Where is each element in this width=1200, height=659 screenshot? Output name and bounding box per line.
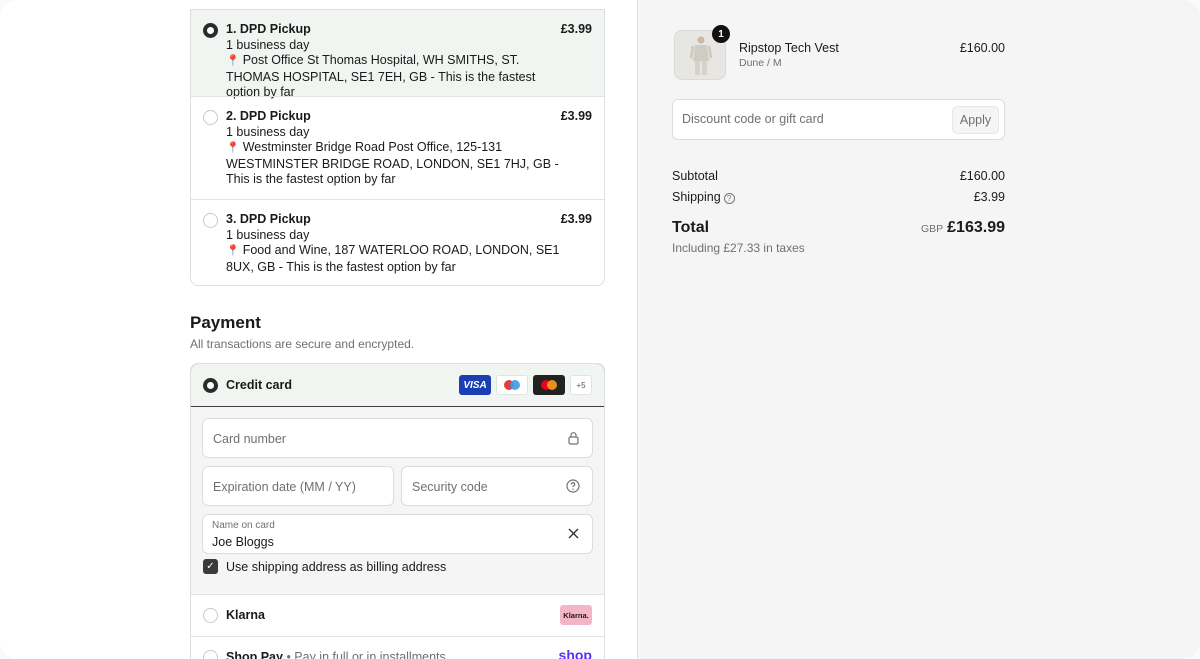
shipping-option-2[interactable]: 2. DPD Pickup £3.99 1 business day 📍 West…	[191, 96, 604, 199]
card-number-field[interactable]: Card number	[202, 418, 593, 458]
shipping-option-1-radio[interactable]	[203, 23, 218, 38]
klarna-option[interactable]: Klarna Klarna.	[191, 594, 604, 636]
billing-same-row[interactable]: ✓ Use shipping address as billing addres…	[203, 559, 446, 574]
visa-icon: VISA	[459, 375, 491, 395]
shipping-option-eta: 1 business day	[226, 37, 310, 52]
discount-field: Apply	[672, 99, 1005, 140]
quantity-badge: 1	[712, 25, 730, 43]
subtotal-row: Subtotal £160.00	[672, 169, 1005, 183]
product-price: £160.00	[959, 41, 1005, 55]
expiry-placeholder: Expiration date (MM / YY)	[213, 480, 356, 494]
shop-pay-label: Shop Pay	[226, 650, 283, 659]
shipping-value: £3.99	[973, 190, 1005, 204]
help-circle-icon[interactable]	[566, 479, 580, 496]
help-circle-icon[interactable]: ?	[723, 193, 735, 204]
name-on-card-value: Joe Bloggs	[212, 535, 274, 549]
klarna-radio[interactable]	[203, 608, 218, 623]
discount-input[interactable]	[682, 112, 942, 126]
credit-card-option[interactable]: Credit card VISA +5	[191, 364, 604, 407]
map-pin-icon: 📍	[226, 55, 240, 67]
shipping-option-eta: 1 business day	[226, 227, 310, 242]
shop-pay-sublabel: • Pay in full or in installments	[282, 650, 446, 659]
total-value-group: GBP £163.99	[921, 219, 1005, 237]
map-pin-icon: 📍	[226, 142, 240, 154]
shop-pay-radio[interactable]	[203, 650, 218, 659]
shipping-label: Shipping	[672, 190, 721, 204]
shop-pay-logo: shop	[558, 647, 592, 659]
map-pin-icon: 📍	[226, 245, 240, 257]
payment-heading: Payment	[190, 313, 261, 332]
billing-same-label: Use shipping address as billing address	[226, 559, 447, 574]
shipping-option-eta: 1 business day	[226, 124, 310, 139]
card-brand-icons: VISA +5	[459, 375, 592, 395]
subtotal-value: £160.00	[959, 169, 1005, 183]
shipping-row: Shipping? £3.99	[672, 190, 1005, 204]
payment-methods: Credit card VISA +5 Card number Expirati…	[190, 363, 605, 659]
payment-subtitle: All transactions are secure and encrypte…	[190, 337, 415, 351]
shipping-option-3[interactable]: 3. DPD Pickup £3.99 1 business day 📍 Food…	[191, 199, 604, 285]
apply-discount-button[interactable]: Apply	[952, 106, 999, 134]
shipping-option-2-radio[interactable]	[203, 110, 218, 125]
name-on-card-label: Name on card	[212, 520, 275, 531]
subtotal-label: Subtotal	[672, 169, 718, 183]
close-icon[interactable]	[567, 527, 580, 543]
card-number-placeholder: Card number	[213, 432, 286, 446]
shipping-option-price: £3.99	[560, 109, 592, 123]
klarna-logo: Klarna.	[560, 605, 592, 625]
klarna-label: Klarna	[226, 608, 265, 622]
maestro-icon	[496, 375, 528, 395]
total-label: Total	[672, 219, 710, 236]
shipping-option-price: £3.99	[560, 22, 592, 36]
credit-card-radio[interactable]	[203, 378, 218, 393]
checkmark-icon[interactable]: ✓	[203, 559, 218, 574]
security-code-placeholder: Security code	[412, 480, 488, 494]
taxes-note: Including £27.33 in taxes	[672, 241, 805, 255]
shipping-option-title: 1. DPD Pickup	[226, 22, 311, 36]
expiry-field[interactable]: Expiration date (MM / YY)	[202, 466, 394, 506]
shipping-option-title: 3. DPD Pickup	[226, 212, 311, 226]
credit-card-form: Card number Expiration date (MM / YY) Se…	[191, 407, 604, 595]
mastercard-icon	[533, 375, 565, 395]
shipping-option-price: £3.99	[560, 212, 592, 226]
more-brands-badge: +5	[570, 375, 592, 395]
shop-pay-option[interactable]: Shop Pay • Pay in full or in installment…	[191, 636, 604, 659]
credit-card-label: Credit card	[226, 378, 292, 392]
shipping-option-address: Post Office St Thomas Hospital, WH SMITH…	[226, 53, 536, 99]
checkout-window: 1. DPD Pickup £3.99 1 business day 📍 Post…	[0, 0, 1200, 659]
shipping-option-address: Westminster Bridge Road Post Office, 125…	[226, 140, 559, 186]
shipping-option-address: Food and Wine, 187 WATERLOO ROAD, LONDON…	[226, 243, 560, 274]
shipping-option-title: 2. DPD Pickup	[226, 109, 311, 123]
shipping-option-3-radio[interactable]	[203, 213, 218, 228]
total-value: £163.99	[947, 219, 1005, 236]
shipping-options-list: 1. DPD Pickup £3.99 1 business day 📍 Post…	[190, 9, 605, 286]
shipping-option-1[interactable]: 1. DPD Pickup £3.99 1 business day 📍 Post…	[191, 10, 604, 99]
name-on-card-field[interactable]: Name on card Joe Bloggs	[202, 514, 593, 554]
product-name: Ripstop Tech Vest	[739, 41, 839, 55]
currency-code: GBP	[920, 223, 944, 235]
security-code-field[interactable]: Security code	[401, 466, 593, 506]
product-variant: Dune / M	[739, 57, 782, 69]
lock-icon	[567, 431, 580, 448]
